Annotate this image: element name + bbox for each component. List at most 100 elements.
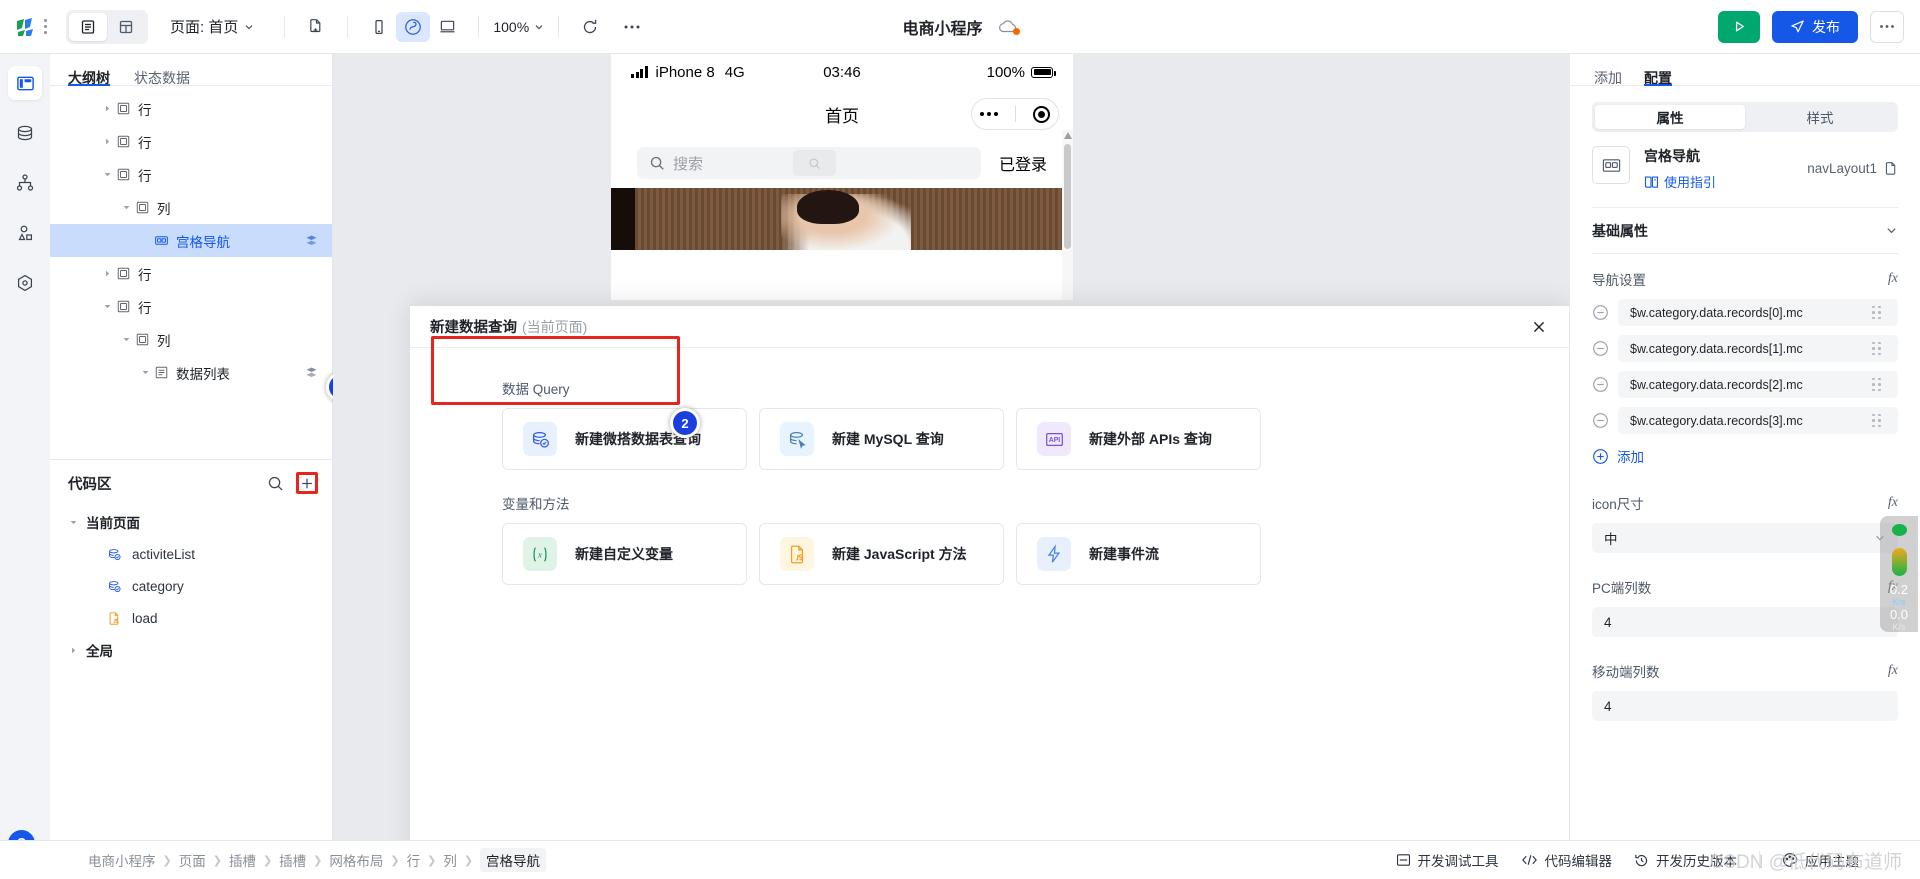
rail-item-components[interactable] bbox=[8, 216, 42, 250]
segment-properties[interactable]: 属性 bbox=[1595, 105, 1745, 129]
caret-right-icon[interactable] bbox=[100, 137, 114, 146]
code-node-2[interactable]: category bbox=[50, 570, 332, 602]
scrollbar-thumb[interactable] bbox=[1064, 144, 1071, 249]
logo-menu-dots-icon[interactable] bbox=[40, 19, 50, 34]
basic-properties-section-header[interactable]: 基础属性 bbox=[1592, 208, 1898, 254]
run-preview-button[interactable] bbox=[1718, 10, 1760, 43]
phone-scrollbar[interactable] bbox=[1062, 130, 1073, 300]
outline-node-7[interactable]: 列 bbox=[50, 323, 332, 356]
add-nav-item-button[interactable]: 添加 bbox=[1592, 446, 1898, 466]
debug-tool-button[interactable]: 开发调试工具 bbox=[1396, 850, 1499, 870]
breadcrumb-item-4[interactable]: 网格布局 bbox=[329, 850, 383, 870]
nav-item-value[interactable]: $w.category.data.records[1].mc bbox=[1618, 335, 1898, 362]
tab-add[interactable]: 添加 bbox=[1594, 68, 1622, 86]
drag-handle-icon[interactable] bbox=[1872, 413, 1886, 428]
rail-item-layout[interactable] bbox=[8, 66, 42, 100]
code-editor-button[interactable]: 代码编辑器 bbox=[1521, 850, 1612, 870]
rail-item-settings[interactable] bbox=[8, 266, 42, 300]
drag-handle-icon[interactable] bbox=[1872, 377, 1886, 392]
caret-right-icon[interactable] bbox=[66, 646, 80, 655]
breadcrumb-item-7[interactable]: 宫格导航 bbox=[480, 848, 547, 872]
code-area-add-button[interactable] bbox=[296, 472, 318, 494]
refresh-button[interactable] bbox=[573, 12, 607, 42]
topbar-more-menu-button[interactable] bbox=[1870, 10, 1904, 43]
remove-item-button[interactable] bbox=[1592, 340, 1609, 357]
modal-close-button[interactable] bbox=[1526, 314, 1552, 340]
tab-state-data[interactable]: 状态数据 bbox=[134, 68, 190, 86]
breadcrumb-item-2[interactable]: 插槽 bbox=[229, 850, 256, 870]
caret-down-icon[interactable] bbox=[100, 302, 114, 311]
app-logo[interactable] bbox=[10, 15, 54, 39]
outline-node-8[interactable]: 数据列表 bbox=[50, 356, 332, 389]
rail-item-database[interactable] bbox=[8, 116, 42, 150]
device-desktop-button[interactable] bbox=[430, 12, 464, 42]
modal-card-0-2[interactable]: API 新建外部 APIs 查询 bbox=[1016, 408, 1261, 470]
property-input[interactable]: 4 bbox=[1592, 691, 1898, 721]
outline-node-5[interactable]: 行 bbox=[50, 257, 332, 290]
scroll-up-arrow-icon[interactable] bbox=[1064, 131, 1072, 139]
formula-button[interactable]: fx bbox=[1888, 495, 1898, 511]
toolbar-more-button[interactable] bbox=[615, 12, 649, 42]
code-node-0[interactable]: 当前页面 bbox=[50, 506, 332, 538]
code-node-3[interactable]: load bbox=[50, 602, 332, 634]
caret-down-icon[interactable] bbox=[119, 335, 133, 344]
formula-button[interactable]: fx bbox=[1888, 271, 1898, 287]
miniapp-capsule[interactable] bbox=[971, 98, 1059, 130]
nav-item-value[interactable]: $w.category.data.records[3].mc bbox=[1618, 407, 1898, 434]
modal-card-0-1[interactable]: 新建 MySQL 查询 bbox=[759, 408, 1004, 470]
property-select[interactable]: 中 bbox=[1592, 523, 1898, 553]
tab-config[interactable]: 配置 bbox=[1644, 68, 1672, 86]
data-binding-icon[interactable] bbox=[305, 366, 318, 379]
usage-guide-link[interactable]: 使用指引 bbox=[1644, 172, 1793, 191]
caret-down-icon[interactable] bbox=[66, 518, 80, 527]
view-outline-button[interactable] bbox=[69, 12, 107, 41]
caret-right-icon[interactable] bbox=[100, 269, 114, 278]
publish-button[interactable]: 发布 bbox=[1772, 10, 1858, 43]
cloud-status-button[interactable] bbox=[997, 19, 1020, 35]
nav-item-value[interactable]: $w.category.data.records[0].mc bbox=[1618, 299, 1898, 326]
breadcrumb-item-6[interactable]: 列 bbox=[443, 850, 457, 870]
breadcrumb-item-5[interactable]: 行 bbox=[407, 850, 421, 870]
remove-item-button[interactable] bbox=[1592, 304, 1609, 321]
remove-item-button[interactable] bbox=[1592, 376, 1609, 393]
network-monitor-widget[interactable]: 0.2 K/s 0.0 K/s bbox=[1880, 516, 1918, 632]
tab-outline-tree[interactable]: 大纲树 bbox=[68, 68, 110, 86]
code-node-1[interactable]: activiteList bbox=[50, 538, 332, 570]
modal-card-1-1[interactable]: 新建 JavaScript 方法 bbox=[759, 523, 1004, 585]
caret-down-icon[interactable] bbox=[119, 203, 133, 212]
outline-node-4[interactable]: 宫格导航 bbox=[50, 224, 332, 257]
code-node-4[interactable]: 全局 bbox=[50, 634, 332, 666]
breadcrumb-item-0[interactable]: 电商小程序 bbox=[88, 850, 156, 870]
drag-handle-icon[interactable] bbox=[1872, 341, 1886, 356]
phone-search-input[interactable]: 搜索 bbox=[637, 147, 981, 179]
nav-item-value[interactable]: $w.category.data.records[2].mc bbox=[1618, 371, 1898, 398]
page-selector[interactable]: 页面: 首页 bbox=[170, 16, 254, 37]
new-page-button[interactable] bbox=[299, 12, 333, 42]
breadcrumb-item-1[interactable]: 页面 bbox=[179, 850, 206, 870]
rail-item-sitemap[interactable] bbox=[8, 166, 42, 200]
segment-styles[interactable]: 样式 bbox=[1745, 105, 1895, 129]
code-area-search-button[interactable] bbox=[264, 472, 286, 494]
breadcrumb-item-3[interactable]: 插槽 bbox=[279, 850, 306, 870]
formula-button[interactable]: fx bbox=[1888, 663, 1898, 679]
history-version-button[interactable]: 开发历史版本 bbox=[1634, 850, 1737, 870]
apply-theme-button[interactable]: 应用主题 bbox=[1782, 850, 1902, 870]
caret-right-icon[interactable] bbox=[100, 104, 114, 113]
device-miniapp-button[interactable] bbox=[396, 11, 431, 42]
phone-login-status[interactable]: 已登录 bbox=[999, 151, 1047, 175]
remove-item-button[interactable] bbox=[1592, 412, 1609, 429]
drag-handle-icon[interactable] bbox=[1872, 305, 1886, 320]
modal-card-0-0[interactable]: 新建微搭数据表查询 bbox=[502, 408, 747, 470]
modal-card-1-2[interactable]: 新建事件流 bbox=[1016, 523, 1261, 585]
modal-card-1-0[interactable]: x 新建自定义变量 bbox=[502, 523, 747, 585]
device-mobile-button[interactable] bbox=[362, 12, 396, 42]
zoom-selector[interactable]: 100% bbox=[493, 19, 544, 35]
outline-node-0[interactable]: 行 bbox=[50, 92, 332, 125]
outline-node-2[interactable]: 行 bbox=[50, 158, 332, 191]
outline-node-3[interactable]: 列 bbox=[50, 191, 332, 224]
copy-component-id-button[interactable] bbox=[1884, 161, 1898, 176]
caret-down-icon[interactable] bbox=[100, 170, 114, 179]
property-input[interactable]: 4 bbox=[1592, 607, 1898, 637]
section-collapse-button[interactable] bbox=[1885, 224, 1898, 237]
outline-node-6[interactable]: 行 bbox=[50, 290, 332, 323]
